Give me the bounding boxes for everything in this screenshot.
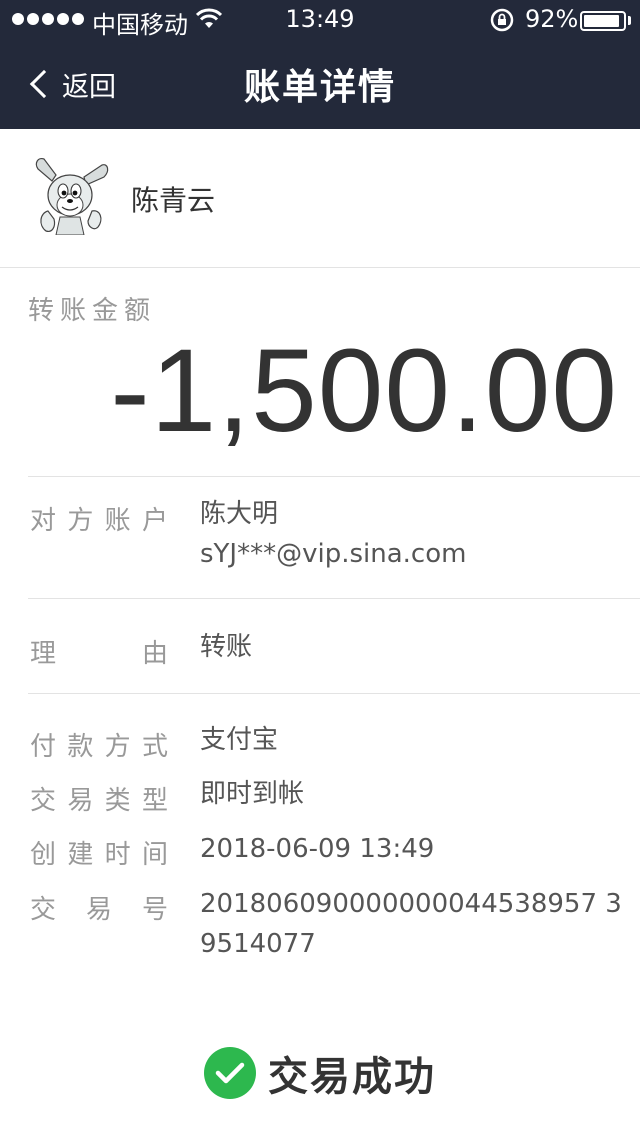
reason-label: 理 由 [30, 639, 168, 669]
divider [28, 598, 640, 599]
amount-label: 转账金额 [28, 296, 157, 326]
status-bar: 中国移动 13:49 92% [0, 0, 640, 40]
trade-type-value: 即时到帐 [200, 779, 305, 809]
check-circle-icon [204, 1047, 256, 1099]
trade-type-label: 交 易 类 型 [30, 786, 168, 816]
trade-no-label: 交 易 号 [30, 895, 168, 925]
trade-no-value-line2: 9514077 [200, 929, 316, 959]
trade-status: 交易成功 [0, 1044, 640, 1102]
rotation-lock-icon [490, 8, 514, 32]
counterparty-label: 对 方 账 户 [30, 506, 168, 536]
divider [28, 693, 640, 694]
payment-method-value: 支付宝 [200, 725, 279, 755]
trade-status-text: 交易成功 [268, 1054, 436, 1100]
top-bar: 中国移动 13:49 92% 返回 账单详情 [0, 0, 640, 129]
battery-fill [584, 15, 619, 27]
reason-value: 转账 [200, 632, 253, 662]
divider [28, 476, 640, 477]
created-time-value: 2018-06-09 13:49 [200, 834, 435, 864]
battery-tip [628, 16, 631, 25]
check-icon [215, 1062, 245, 1084]
battery-percentage: 92% [525, 5, 579, 33]
trade-no-value-line1: 201806090000000044538957 3 [200, 889, 622, 919]
page-title: 账单详情 [243, 67, 396, 108]
created-time-label: 创 建 时 间 [30, 840, 168, 870]
profile-section: 陈青云 [0, 129, 640, 268]
payment-method-label: 付 款 方 式 [30, 732, 168, 762]
profile-name: 陈青云 [131, 184, 216, 217]
counterparty-name: 陈大明 [200, 499, 279, 529]
avatar[interactable] [30, 155, 110, 235]
amount-value: -1,500.00 [110, 325, 618, 457]
battery-icon [580, 11, 626, 31]
counterparty-account: sYJ***@vip.sina.com [200, 539, 467, 569]
